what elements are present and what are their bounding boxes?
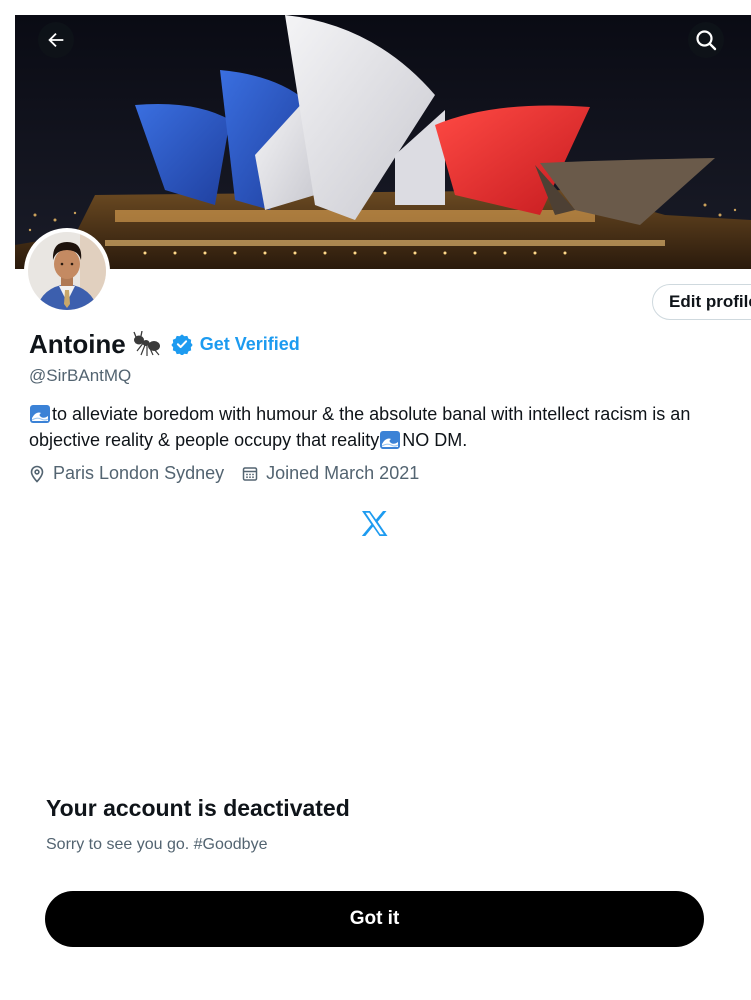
joined-item: Joined March 2021 xyxy=(242,463,419,484)
calendar-icon xyxy=(242,466,258,481)
water-wave-icon xyxy=(29,403,51,425)
profile-page: Edit profile Antoine Get Verified @SirBA… xyxy=(0,0,751,1000)
search-icon xyxy=(696,30,717,51)
arrow-left-icon xyxy=(48,32,64,48)
get-verified-link[interactable]: Get Verified xyxy=(200,334,300,355)
location-pin-icon xyxy=(30,465,44,483)
verified-badge-icon[interactable] xyxy=(171,333,193,355)
avatar-photo xyxy=(28,232,106,310)
profile-meta: Paris London Sydney Joined March 2021 xyxy=(29,463,437,484)
opera-house-banner-image xyxy=(15,15,751,269)
name-row: Antoine Get Verified xyxy=(29,326,300,362)
deactivated-title: Your account is deactivated xyxy=(46,795,350,821)
bio-line-2-start: objective reality & people occupy that r… xyxy=(29,430,380,450)
back-button[interactable] xyxy=(38,22,74,58)
edit-profile-button[interactable]: Edit profile xyxy=(652,284,751,320)
user-handle: @SirBAntMQ xyxy=(29,366,132,385)
profile-bio: to alleviate boredom with humour & the a… xyxy=(29,401,751,453)
display-name: Antoine xyxy=(29,328,126,359)
profile-banner[interactable] xyxy=(15,15,751,269)
water-wave-icon xyxy=(379,429,401,451)
x-logo-icon xyxy=(361,511,388,541)
joined-text: Joined March 2021 xyxy=(266,463,420,483)
search-button[interactable] xyxy=(688,22,724,58)
location-item: Paris London Sydney xyxy=(29,463,224,484)
deactivated-subtitle: Sorry to see you go. #Goodbye xyxy=(46,836,268,853)
location-text: Paris London Sydney xyxy=(53,463,225,483)
got-it-button[interactable]: Got it xyxy=(45,891,704,947)
avatar[interactable] xyxy=(24,228,110,314)
bio-line-2-end: NO DM. xyxy=(402,430,468,450)
bio-line-1: to alleviate boredom with humour & the a… xyxy=(52,404,691,424)
ant-icon xyxy=(133,331,161,357)
